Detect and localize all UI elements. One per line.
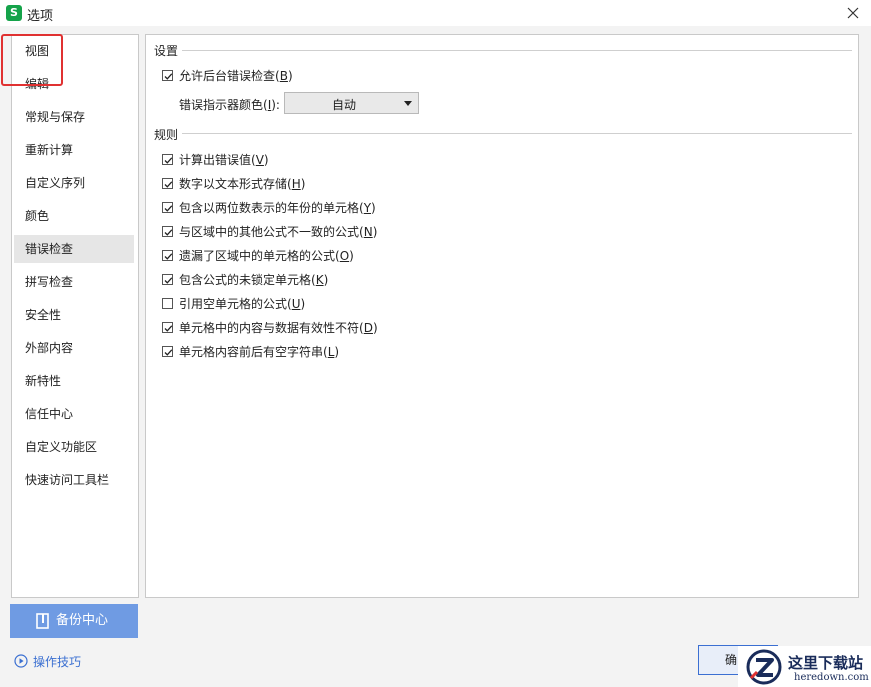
select-value: 自动 bbox=[331, 98, 356, 112]
rule-option-error-values[interactable]: 计算出错误值(V) bbox=[162, 150, 269, 168]
dropdown-arrow-icon bbox=[404, 101, 412, 106]
checkbox[interactable] bbox=[162, 297, 173, 309]
rule-option-unlocked-formula-cells[interactable]: 包含公式的未锁定单元格(K) bbox=[162, 270, 328, 288]
rules-divider bbox=[182, 133, 852, 134]
checkmark-icon bbox=[164, 72, 173, 80]
checkmark-icon bbox=[164, 276, 173, 284]
option-label: 单元格中的内容与数据有效性不符(D) bbox=[179, 320, 378, 335]
tips-link[interactable]: 操作技巧 bbox=[14, 652, 81, 670]
option-label: 允许后台错误检查(B) bbox=[179, 68, 293, 83]
error-checking-panel: 设置 允许后台错误检查(B) 错误指示器颜色(I): 自动 规则 计算出错误值(… bbox=[145, 34, 859, 598]
sidebar-item-customize-ribbon[interactable]: 自定义功能区 bbox=[14, 433, 134, 461]
backup-document-icon bbox=[36, 613, 49, 629]
sidebar-item-spell-check[interactable]: 拼写检查 bbox=[14, 268, 134, 296]
checkbox[interactable] bbox=[162, 225, 173, 237]
rule-option-data-validation[interactable]: 单元格中的内容与数据有效性不符(D) bbox=[162, 318, 378, 336]
option-label: 计算出错误值(V) bbox=[179, 152, 269, 167]
backup-center-button[interactable]: 备份中心 bbox=[10, 604, 138, 638]
watermark-logo-icon bbox=[746, 649, 782, 685]
app-logo-icon: S bbox=[6, 5, 22, 21]
annotation-highlight-box bbox=[1, 34, 63, 86]
checkbox[interactable] bbox=[162, 201, 173, 213]
settings-divider bbox=[182, 50, 852, 51]
checkmark-icon bbox=[164, 156, 173, 164]
sidebar-item-error-checking[interactable]: 错误检查 bbox=[14, 235, 134, 263]
ok-button-label: 确 bbox=[725, 653, 738, 667]
checkmark-icon bbox=[164, 348, 173, 356]
backup-button-label: 备份中心 bbox=[56, 613, 109, 628]
site-watermark: 这里下载站 heredown.com bbox=[738, 646, 871, 687]
checkmark-icon bbox=[164, 204, 173, 212]
close-icon bbox=[847, 7, 859, 19]
checkmark-icon bbox=[164, 180, 173, 188]
rule-option-leading-trailing-spaces[interactable]: 单元格内容前后有空字符串(L) bbox=[162, 342, 339, 360]
sidebar-item-trust-center[interactable]: 信任中心 bbox=[14, 400, 134, 428]
checkmark-icon bbox=[164, 252, 173, 260]
play-circle-icon bbox=[14, 654, 28, 668]
option-label: 引用空单元格的公式(U) bbox=[179, 296, 306, 311]
checkbox[interactable] bbox=[162, 153, 173, 165]
option-label: 与区域中的其他公式不一致的公式(N) bbox=[179, 224, 378, 239]
sidebar-item-quick-access-toolbar[interactable]: 快速访问工具栏 bbox=[14, 466, 134, 494]
rule-option-two-digit-years[interactable]: 包含以两位数表示的年份的单元格(Y) bbox=[162, 198, 376, 216]
indicator-color-label: 错误指示器颜色(I): bbox=[179, 98, 280, 112]
rule-option-empty-cell-reference[interactable]: 引用空单元格的公式(U) bbox=[162, 294, 305, 312]
option-label: 数字以文本形式存储(H) bbox=[179, 176, 306, 191]
indicator-color-select[interactable]: 自动 bbox=[284, 92, 419, 114]
checkbox[interactable] bbox=[162, 345, 173, 357]
rules-section-title: 规则 bbox=[154, 126, 183, 143]
rule-option-omitted-cells[interactable]: 遗漏了区域中的单元格的公式(O) bbox=[162, 246, 354, 264]
title-bar: S 选项 bbox=[0, 0, 871, 26]
sidebar-item-general-save[interactable]: 常规与保存 bbox=[14, 103, 134, 131]
window-title: 选项 bbox=[27, 9, 54, 24]
tips-label: 操作技巧 bbox=[33, 654, 82, 669]
sidebar-item-color[interactable]: 颜色 bbox=[14, 202, 134, 230]
option-label: 包含公式的未锁定单元格(K) bbox=[179, 272, 329, 287]
watermark-url: heredown.com bbox=[794, 672, 869, 683]
watermark-text: 这里下载站 bbox=[788, 654, 864, 672]
settings-section-title: 设置 bbox=[154, 42, 183, 59]
checkbox[interactable] bbox=[162, 321, 173, 333]
checkbox[interactable] bbox=[162, 249, 173, 261]
checkbox[interactable] bbox=[162, 177, 173, 189]
close-button[interactable] bbox=[840, 2, 866, 24]
checkbox[interactable] bbox=[162, 69, 173, 81]
checkmark-icon bbox=[164, 228, 173, 236]
checkmark-icon bbox=[164, 324, 173, 332]
sidebar-item-security[interactable]: 安全性 bbox=[14, 301, 134, 329]
rule-option-inconsistent-formula[interactable]: 与区域中的其他公式不一致的公式(N) bbox=[162, 222, 377, 240]
allow-background-checking-option[interactable]: 允许后台错误检查(B) bbox=[162, 66, 293, 84]
rule-option-number-as-text[interactable]: 数字以文本形式存储(H) bbox=[162, 174, 305, 192]
option-label: 单元格内容前后有空字符串(L) bbox=[179, 344, 340, 359]
sidebar-item-recalculate[interactable]: 重新计算 bbox=[14, 136, 134, 164]
checkbox[interactable] bbox=[162, 273, 173, 285]
option-label: 遗漏了区域中的单元格的公式(O) bbox=[179, 248, 354, 263]
sidebar-item-external-content[interactable]: 外部内容 bbox=[14, 334, 134, 362]
sidebar-item-new-features[interactable]: 新特性 bbox=[14, 367, 134, 395]
option-label: 包含以两位数表示的年份的单元格(Y) bbox=[179, 200, 376, 215]
sidebar-item-custom-lists[interactable]: 自定义序列 bbox=[14, 169, 134, 197]
sidebar-nav: 视图 编辑 常规与保存 重新计算 自定义序列 颜色 错误检查 拼写检查 安全性 … bbox=[11, 34, 139, 598]
